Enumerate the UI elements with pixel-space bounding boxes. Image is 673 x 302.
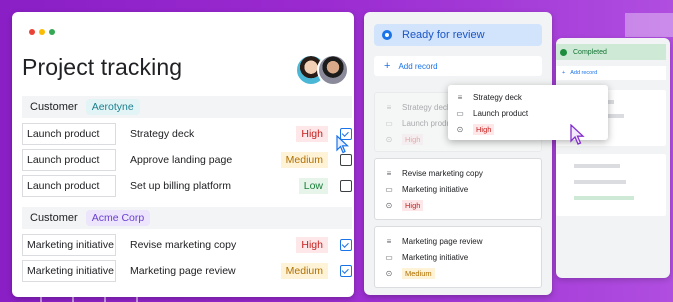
priority-icon: ⊙ [456, 124, 464, 134]
add-record-label: Add record [398, 61, 438, 71]
add-record-label: Add record [570, 70, 598, 76]
completed-column: Completed + Add record [556, 38, 670, 278]
record-card[interactable]: ≡ Revise marketing copy ▭ Marketing initia… [374, 158, 542, 220]
customer-tag: Acme Corp [85, 210, 151, 226]
group-header[interactable]: Customer Acme Corp [22, 207, 151, 229]
card-project: Launch product [473, 108, 529, 118]
plus-icon: + [384, 60, 391, 72]
column-header[interactable]: Ready for review [374, 24, 542, 46]
project-cell[interactable]: Launch product [22, 123, 116, 145]
project-cell[interactable]: Marketing initiative [22, 234, 116, 256]
card-task: Strategy deck [402, 102, 451, 112]
checkbox[interactable] [340, 265, 352, 277]
tag-icon: ▭ [385, 118, 393, 128]
card-task: Marketing page review [402, 236, 483, 246]
priority-badge: Medium [280, 152, 328, 168]
priority-badge: High [296, 126, 328, 142]
priority-icon: ⊙ [385, 200, 393, 210]
table-row[interactable]: Launch product Approve landing page Medi… [22, 148, 352, 172]
project-cell[interactable]: Launch product [22, 175, 116, 197]
group-label: Customer [30, 212, 78, 224]
column-title: Ready for review [402, 29, 485, 41]
column-title: Completed [573, 48, 607, 56]
card-priority: High [402, 133, 424, 145]
task-cell[interactable]: Approve landing page [130, 154, 281, 166]
task-cell[interactable]: Revise marketing copy [130, 239, 296, 251]
table-row[interactable]: Marketing initiative Revise marketing co… [22, 233, 352, 257]
table-row[interactable]: Launch product Strategy deck High [22, 122, 352, 146]
minimize-dot[interactable] [39, 29, 45, 35]
card-priority: High [473, 123, 495, 135]
ready-for-review-column: Ready for review + Add record ≡ Strategy … [364, 12, 552, 295]
page-title: Project tracking [22, 54, 183, 80]
group-label: Customer [30, 101, 78, 113]
decorative-bar [625, 13, 673, 37]
add-record-button[interactable]: + Add record [374, 56, 542, 76]
tag-icon: ▭ [385, 252, 393, 262]
card-priority: Medium [402, 267, 435, 279]
card-task: Revise marketing copy [402, 168, 483, 178]
mouse-cursor-icon [336, 135, 350, 154]
maximize-dot[interactable] [49, 29, 55, 35]
task-cell[interactable]: Strategy deck [130, 128, 296, 140]
avatar[interactable] [317, 54, 349, 86]
add-record-button[interactable]: + Add record [556, 66, 666, 80]
collaborator-avatars[interactable] [295, 54, 351, 86]
column-header[interactable]: Completed [556, 44, 666, 60]
status-circle-icon [560, 48, 567, 56]
list-icon: ≡ [386, 102, 392, 112]
card-task: Strategy deck [473, 92, 522, 102]
priority-badge: Low [298, 178, 328, 194]
priority-badge: High [296, 237, 328, 253]
task-cell[interactable]: Marketing page review [130, 265, 281, 277]
group-header[interactable]: Customer Aerotyne [22, 96, 140, 118]
status-circle-icon [382, 30, 392, 40]
window-controls [29, 29, 55, 35]
table-row[interactable]: Marketing initiative Marketing page revi… [22, 259, 352, 283]
table-row[interactable]: Launch product Set up billing platform L… [22, 174, 352, 198]
card-project: Marketing initiative [402, 252, 469, 262]
project-cell[interactable]: Marketing initiative [22, 260, 116, 282]
record-card[interactable] [556, 154, 666, 216]
card-priority: High [402, 199, 424, 211]
list-icon: ≡ [386, 236, 392, 246]
priority-badge: Medium [280, 263, 328, 279]
tag-icon: ▭ [385, 184, 393, 194]
priority-icon: ⊙ [385, 134, 393, 144]
customer-tag: Aerotyne [85, 99, 140, 115]
list-icon: ≡ [386, 168, 392, 178]
tag-icon: ▭ [456, 108, 464, 118]
project-cell[interactable]: Launch product [22, 149, 116, 171]
checkbox[interactable] [340, 154, 352, 166]
record-card[interactable]: ≡ Marketing page review ▭ Marketing initia… [374, 226, 542, 288]
priority-icon: ⊙ [385, 268, 393, 278]
checkbox[interactable] [340, 180, 352, 192]
checkbox[interactable] [340, 239, 352, 251]
task-cell[interactable]: Set up billing platform [130, 180, 299, 192]
mouse-cursor-icon [570, 124, 585, 145]
project-tracking-panel: Project tracking Customer Aerotyne Launc… [12, 12, 354, 297]
card-project: Marketing initiative [402, 184, 469, 194]
list-icon: ≡ [457, 92, 463, 102]
plus-icon: + [562, 70, 566, 76]
close-dot[interactable] [29, 29, 35, 35]
